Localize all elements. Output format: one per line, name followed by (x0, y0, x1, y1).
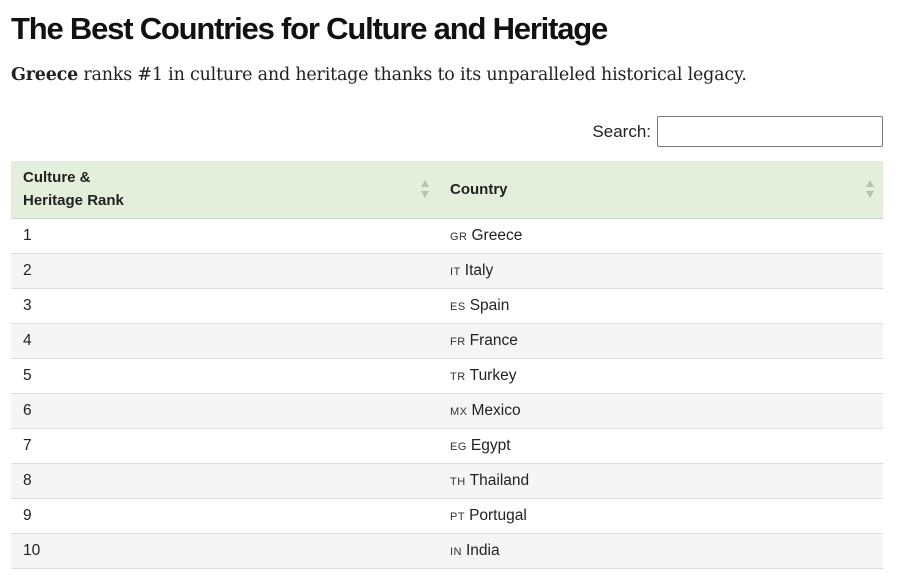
table-row: 6 MX Mexico (11, 393, 883, 429)
subtitle-text: ranks #1 in culture and heritage thanks … (78, 65, 747, 85)
column-header-rank-line1: Culture & (23, 169, 91, 187)
country-name: Spain (469, 296, 510, 314)
country-cell: IN India (438, 533, 883, 569)
country-cell: FR France (438, 323, 883, 359)
country-name: France (469, 331, 518, 349)
country-code: EG (450, 440, 467, 453)
rank-cell: 7 (11, 428, 438, 464)
sort-arrows-icon[interactable] (420, 178, 430, 200)
country-code: IN (450, 545, 462, 558)
page-title: The Best Countries for Culture and Herit… (11, 11, 608, 46)
table-row: 8 TH Thailand (11, 463, 883, 499)
country-code: IT (450, 265, 461, 278)
country-name: Thailand (469, 471, 530, 489)
table-row: 10 IN India (11, 533, 883, 569)
search-label: Search: (592, 121, 651, 141)
table-row: 3 ES Spain (11, 288, 883, 324)
country-code: ES (450, 300, 466, 313)
rank-cell: 9 (11, 498, 438, 534)
table-row: 7 EG Egypt (11, 428, 883, 464)
rank-cell: 3 (11, 288, 438, 324)
table-row: 5 TR Turkey (11, 358, 883, 394)
search-bar: Search: (592, 116, 883, 147)
ranking-table: Culture & Heritage Rank Country 1 GR Gre… (11, 161, 883, 569)
country-name: Italy (464, 261, 494, 279)
country-name: Mexico (471, 401, 521, 419)
country-code: TH (450, 475, 466, 488)
country-cell: ES Spain (438, 288, 883, 324)
country-name: Greece (471, 226, 523, 244)
country-cell: PT Portugal (438, 498, 883, 534)
page-subtitle: Greece ranks #1 in culture and heritage … (11, 62, 747, 88)
table-header-row: Culture & Heritage Rank Country (11, 161, 883, 219)
country-cell: TH Thailand (438, 463, 883, 499)
table-row: 1 GR Greece (11, 218, 883, 254)
rank-cell: 1 (11, 218, 438, 254)
column-header-rank-line2: Heritage Rank (23, 192, 124, 210)
column-header-country-label: Country (450, 180, 508, 198)
table-header: Culture & Heritage Rank Country (11, 161, 883, 219)
country-name: India (466, 541, 500, 559)
country-code: PT (450, 510, 466, 523)
sort-arrows-icon[interactable] (865, 178, 875, 200)
table-row: 4 FR France (11, 323, 883, 359)
country-cell: EG Egypt (438, 428, 883, 464)
country-code: FR (450, 335, 466, 348)
country-cell: TR Turkey (438, 358, 883, 394)
country-cell: MX Mexico (438, 393, 883, 429)
table-row: 2 IT Italy (11, 253, 883, 289)
rank-cell: 8 (11, 463, 438, 499)
rank-cell: 5 (11, 358, 438, 394)
table-body: 1 GR Greece 2 IT Italy 3 ES Spain 4 FR Franc… (11, 218, 883, 569)
column-header-rank[interactable]: Culture & Heritage Rank (11, 161, 438, 219)
rank-cell: 6 (11, 393, 438, 429)
country-name: Egypt (470, 436, 511, 454)
country-name: Turkey (469, 366, 517, 384)
rank-cell: 4 (11, 323, 438, 359)
table-row: 9 PT Portugal (11, 498, 883, 534)
country-code: TR (450, 370, 466, 383)
country-name: Portugal (469, 506, 527, 524)
rank-cell: 10 (11, 533, 438, 569)
country-code: GR (450, 230, 468, 243)
search-input[interactable] (657, 116, 883, 147)
country-code: MX (450, 405, 468, 418)
rank-cell: 2 (11, 253, 438, 289)
subtitle-highlight: Greece (11, 65, 79, 85)
country-cell: GR Greece (438, 218, 883, 254)
column-header-country[interactable]: Country (438, 161, 883, 219)
country-cell: IT Italy (438, 253, 883, 289)
